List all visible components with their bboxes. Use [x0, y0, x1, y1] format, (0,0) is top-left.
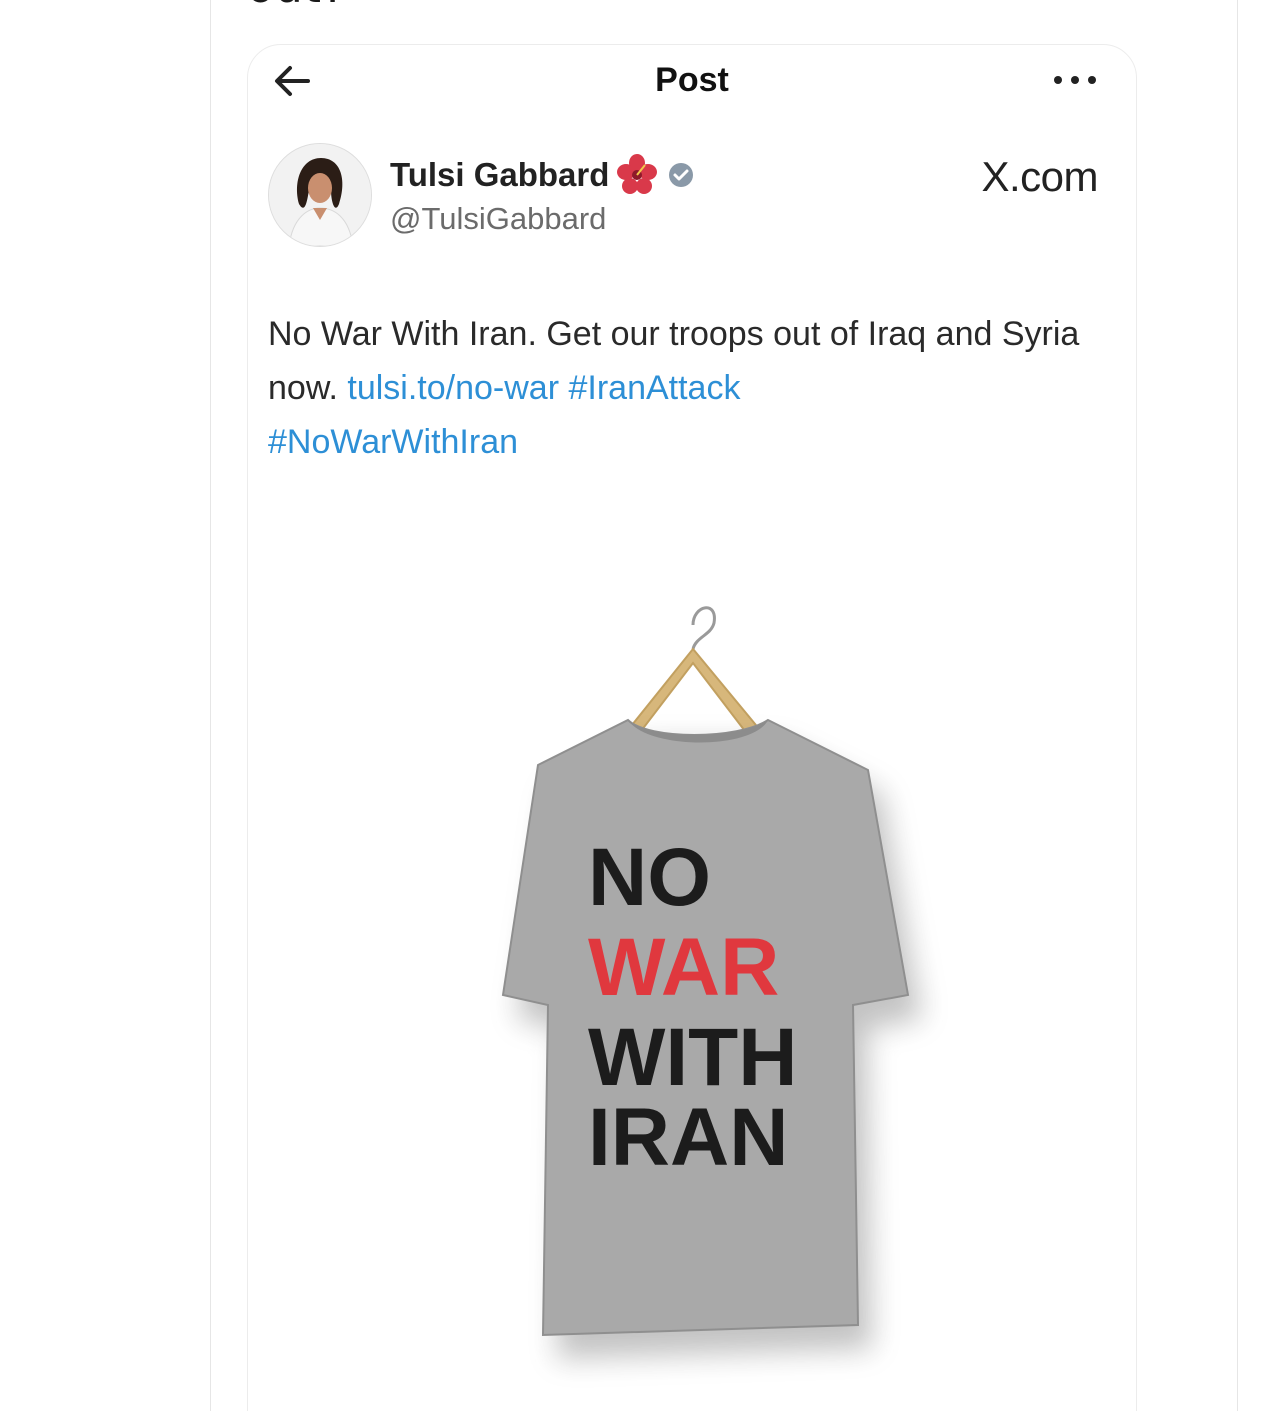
hibiscus-icon	[617, 154, 658, 194]
post-body: No War With Iran. Get our troops out of …	[268, 307, 1128, 469]
verified-badge-icon	[669, 163, 694, 187]
cut-off-heading: out?	[247, 0, 346, 13]
site-watermark: X.com	[981, 153, 1098, 200]
hanger-icon	[626, 606, 762, 737]
column-divider-right	[1237, 0, 1238, 1411]
post-topbar: Post	[248, 45, 1136, 117]
shirt-text-line3: WITH	[588, 1012, 797, 1103]
profile-photo-icon	[269, 144, 371, 246]
post-media-image[interactable]: NO WAR WITH IRAN	[248, 535, 1136, 1411]
hashtag-iranattack[interactable]: #IranAttack	[568, 369, 740, 407]
more-horizontal-icon[interactable]	[1048, 65, 1102, 95]
hashtag-nowarwithiran[interactable]: #NoWarWithIran	[268, 423, 518, 461]
shirt-text-line4: IRAN	[588, 1092, 788, 1183]
embedded-post-card: Post Tulsi Gabbard @TulsiGabbard X.com N…	[247, 44, 1137, 1411]
author-name-row: Tulsi Gabbard	[390, 153, 695, 197]
avatar[interactable]	[268, 143, 372, 247]
column-divider-left	[210, 0, 211, 1411]
shirt-text-line1: NO	[588, 832, 711, 923]
post-link[interactable]: tulsi.to/no-war	[347, 369, 559, 407]
page-title: Post	[655, 61, 729, 99]
author-handle[interactable]: @TulsiGabbard	[390, 201, 606, 237]
shirt-text-line2: WAR	[588, 922, 779, 1013]
author-display-name[interactable]: Tulsi Gabbard	[390, 156, 609, 194]
screenshot-page: out? Post Tulsi Gabbard	[0, 0, 1273, 1411]
